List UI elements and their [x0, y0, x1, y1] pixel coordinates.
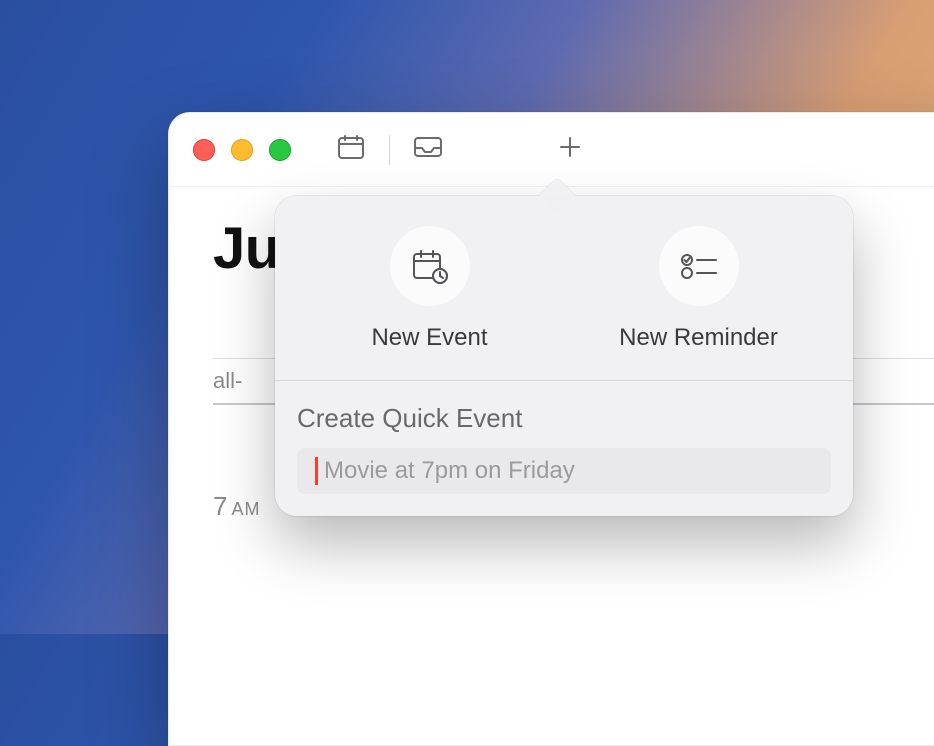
- add-toolbar-button[interactable]: [548, 130, 592, 170]
- text-cursor: [315, 457, 318, 485]
- new-event-label: New Event: [371, 324, 487, 352]
- new-reminder-button[interactable]: New Reminder: [564, 226, 833, 380]
- new-reminder-label: New Reminder: [619, 324, 778, 352]
- calendar-icon: [337, 134, 365, 165]
- titlebar: [169, 113, 934, 187]
- new-event-icon: [390, 226, 470, 306]
- toolbar-separator: [389, 135, 390, 165]
- plus-icon: [558, 135, 582, 164]
- hour-number: 7: [213, 491, 227, 522]
- calendar-toolbar-button[interactable]: [329, 130, 373, 170]
- zoom-button[interactable]: [269, 139, 291, 161]
- hour-ampm: AM: [231, 499, 260, 520]
- quick-event-title: Create Quick Event: [297, 403, 831, 434]
- quick-event-input[interactable]: [324, 457, 817, 485]
- close-button[interactable]: [193, 139, 215, 161]
- new-reminder-icon: [659, 226, 739, 306]
- window-controls: [193, 139, 291, 161]
- quick-add-popover: New Event New Reminder Create Quick Even…: [275, 196, 853, 516]
- minimize-button[interactable]: [231, 139, 253, 161]
- inbox-toolbar-button[interactable]: [406, 130, 450, 170]
- new-event-button[interactable]: New Event: [295, 226, 564, 380]
- quick-event-field[interactable]: [297, 448, 831, 494]
- inbox-icon: [413, 135, 443, 164]
- all-day-label: all-: [213, 368, 242, 394]
